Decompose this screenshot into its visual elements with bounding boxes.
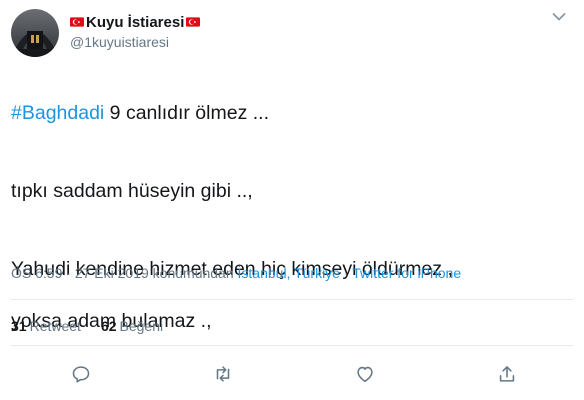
share-button[interactable]: [493, 360, 521, 388]
meta-separator: ·: [62, 265, 75, 281]
user-handle[interactable]: @1kuyuistiaresi: [70, 34, 169, 50]
retweet-icon: [216, 366, 230, 382]
like-button[interactable]: [351, 360, 379, 388]
like-icon: [357, 366, 373, 383]
tweet-date[interactable]: 27 Eki 2019: [75, 265, 149, 281]
tweet-line-2: tıpkı saddam hüseyin gibi ..,: [11, 180, 253, 202]
retweet-label: Retweet: [29, 318, 81, 334]
retweet-count: 31: [11, 318, 27, 334]
tweet-stats: 31 Retweet 62 Beğeni: [11, 318, 183, 334]
meta-separator: ·: [339, 265, 353, 281]
tweet-card: Kuyu İstiaresi @1kuyuistiaresi #Baghdadi…: [0, 0, 584, 400]
tweet-time[interactable]: ÖS 6:59: [11, 265, 62, 281]
turkey-flag-icon: [70, 17, 84, 27]
location-link[interactable]: İstanbul, Türkiye: [238, 265, 340, 281]
retweet-button[interactable]: [209, 360, 237, 388]
divider: [11, 345, 573, 346]
tweet-actions: [0, 360, 584, 388]
like-count: 62: [100, 318, 117, 334]
like-stat[interactable]: 62 Beğeni: [101, 318, 163, 334]
divider: [11, 299, 573, 300]
tweet-line-1-text: 9 canlıdır ölmez ...: [104, 102, 269, 124]
source-link[interactable]: Twitter for iPhone: [352, 265, 461, 281]
hashtag-link[interactable]: #Baghdadi: [11, 102, 104, 124]
author-name-row[interactable]: Kuyu İstiaresi: [70, 13, 201, 31]
location-prefix: konumundan: [148, 265, 238, 281]
share-icon: [499, 366, 515, 382]
retweet-stat[interactable]: 31 Retweet: [11, 318, 81, 334]
avatar[interactable]: [11, 9, 59, 57]
display-name: Kuyu İstiaresi: [86, 13, 185, 31]
reply-button[interactable]: [67, 360, 95, 388]
reply-icon: [72, 366, 90, 383]
like-label: Beğeni: [119, 318, 164, 334]
tweet-meta: ÖS 6:59 · 27 Eki 2019 konumundan İstanbu…: [11, 265, 461, 281]
chevron-down-icon[interactable]: [552, 12, 566, 22]
turkey-flag-icon: [186, 17, 201, 27]
tweet-line-1: #Baghdadi 9 canlıdır ölmez ...: [11, 100, 571, 126]
